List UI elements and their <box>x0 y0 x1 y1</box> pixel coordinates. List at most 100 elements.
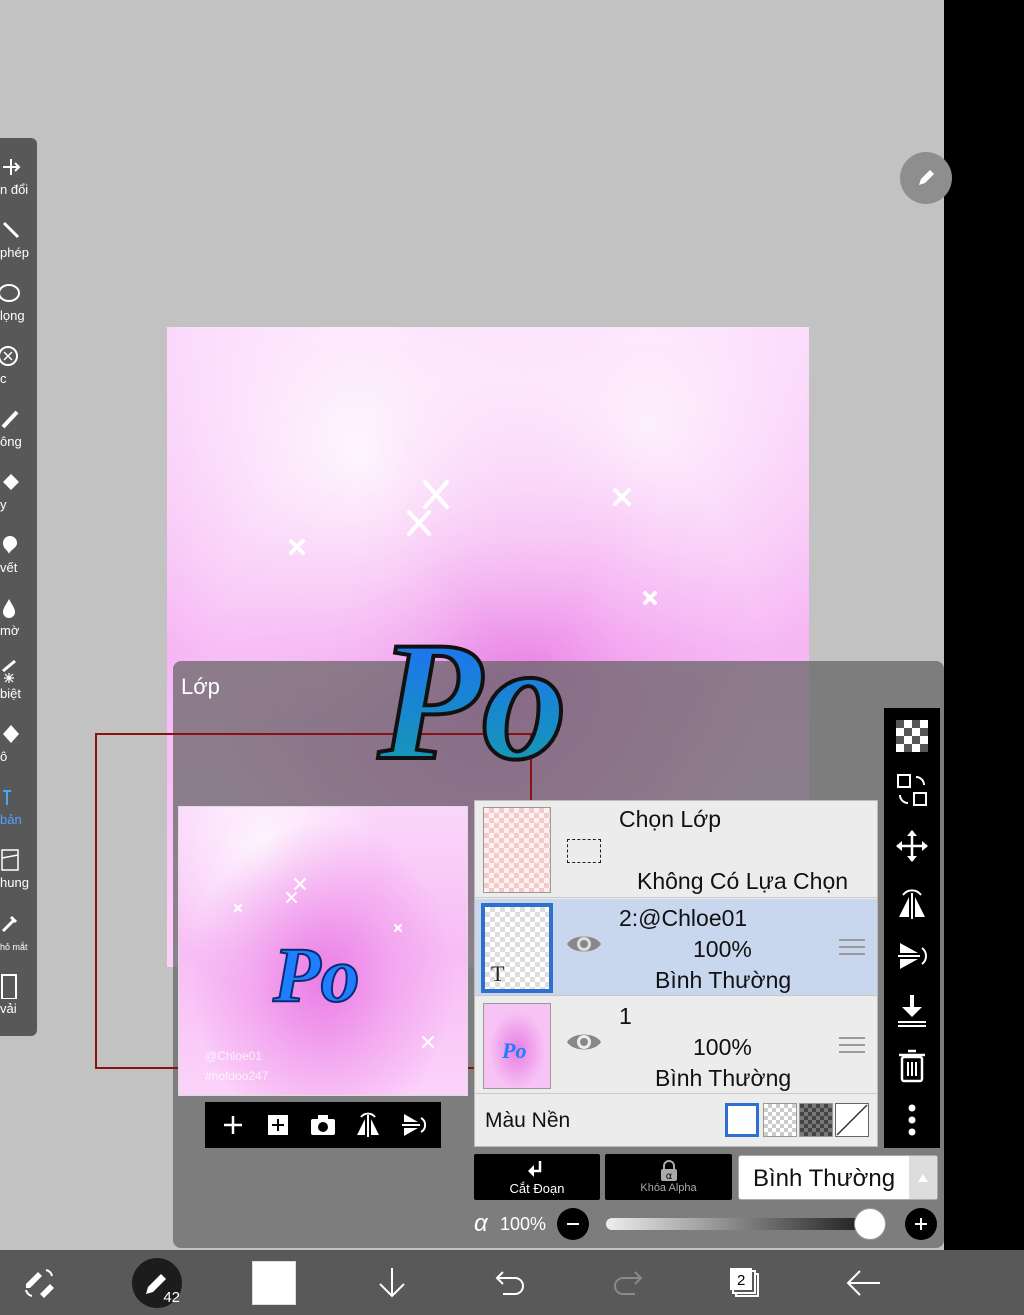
layer-row-selected[interactable]: T 2:@Chloe01 100% Bình Thường <box>475 899 877 996</box>
drag-handle-icon[interactable] <box>839 939 865 957</box>
flip-horizontal-button[interactable] <box>350 1107 386 1143</box>
layer-swap-button[interactable] <box>892 770 932 810</box>
layer-row[interactable]: Po 1 100% Bình Thường <box>475 997 877 1094</box>
bg-dark-checker-swatch[interactable] <box>799 1103 833 1137</box>
flip-vertical-icon <box>401 1114 426 1136</box>
redo-button[interactable] <box>603 1258 653 1308</box>
clip-button[interactable]: Cắt Đoạn <box>474 1154 600 1200</box>
quick-tool-button[interactable] <box>14 1258 64 1308</box>
layer-opacity: 100% <box>693 1034 752 1060</box>
redo-icon <box>614 1271 643 1295</box>
selection-layer-row[interactable]: Chọn Lớp Không Có Lựa Chọn <box>475 801 877 898</box>
tool-special-brush[interactable]: biệt <box>0 656 37 716</box>
minus-icon <box>567 1223 579 1225</box>
tool-text[interactable]: bản <box>0 782 37 842</box>
eyedropper-icon <box>0 908 22 938</box>
more-options-button[interactable] <box>892 1100 932 1140</box>
blend-mode-value: Bình Thường <box>753 1165 896 1192</box>
opacity-slider[interactable] <box>606 1218 882 1230</box>
opacity-slider-knob[interactable] <box>854 1208 886 1240</box>
drag-handle-icon[interactable] <box>839 1037 865 1055</box>
svg-text:α: α <box>665 1171 672 1182</box>
bg-light-checker-swatch[interactable] <box>763 1103 797 1137</box>
checkerboard-icon <box>896 720 928 752</box>
selection-layer-thumbnail <box>483 807 551 893</box>
tool-transform[interactable]: n đổi <box>0 152 37 212</box>
arrow-down-icon <box>379 1268 405 1298</box>
preview-toolbar <box>205 1102 441 1148</box>
flip-h-button[interactable] <box>892 884 932 924</box>
selection-status: Không Có Lựa Chọn <box>637 868 849 894</box>
swap-layers-icon <box>897 774 927 806</box>
trash-icon <box>899 1049 925 1083</box>
transparency-button[interactable] <box>892 716 932 756</box>
tool-eraser[interactable]: y <box>0 467 37 527</box>
watermark-name: @Chloe01 <box>205 1049 262 1063</box>
preview-artwork-label: Po <box>272 931 360 1017</box>
alpha-lock-label: Khóa Alpha <box>640 1182 697 1194</box>
add-layer-copy-button[interactable] <box>260 1107 296 1143</box>
opacity-decrease-button[interactable] <box>557 1208 589 1240</box>
flip-v-button[interactable] <box>892 936 932 976</box>
camera-icon <box>310 1115 335 1135</box>
blend-mode-select[interactable]: Bình Thường <box>738 1155 938 1200</box>
background-color-row: Màu Nền <box>475 1095 877 1147</box>
lasso-icon <box>0 278 22 308</box>
download-button[interactable] <box>367 1258 417 1308</box>
tool-magic-wand[interactable]: phép <box>0 215 37 275</box>
dropdown-up-icon <box>909 1156 937 1199</box>
pencil-icon <box>919 170 934 185</box>
merge-down-button[interactable] <box>892 990 932 1030</box>
camera-button[interactable] <box>305 1107 341 1143</box>
back-button[interactable] <box>838 1258 888 1308</box>
side-strip <box>944 0 1024 1250</box>
bg-none-swatch[interactable] <box>835 1103 869 1137</box>
brush-size-button[interactable]: 42 <box>132 1258 182 1308</box>
flip-vertical-button[interactable] <box>395 1107 431 1143</box>
transform-icon <box>0 152 22 182</box>
undo-icon <box>495 1271 524 1295</box>
merge-down-icon <box>898 995 926 1027</box>
pen-eraser-swap-icon <box>25 1269 54 1298</box>
layers-button[interactable]: 2 <box>720 1258 770 1308</box>
tool-brush[interactable]: ông <box>0 404 37 464</box>
tool-filter[interactable]: c <box>0 341 37 401</box>
fill-icon <box>0 719 22 749</box>
primary-color-swatch <box>252 1261 296 1305</box>
tool-fill[interactable]: ô <box>0 719 37 779</box>
tool-frame-divider[interactable]: hung <box>0 845 37 905</box>
bg-white-swatch[interactable] <box>725 1103 759 1137</box>
opacity-symbol: α <box>474 1210 488 1237</box>
tool-smudge[interactable]: vết <box>0 530 37 590</box>
flip-horizontal-icon <box>899 889 925 919</box>
flip-horizontal-icon <box>356 1112 379 1137</box>
layer-panel-title: Lớp <box>181 674 220 699</box>
add-layer-button[interactable] <box>215 1107 251 1143</box>
layer-thumbnail: T <box>481 903 553 993</box>
tool-blur[interactable]: mờ <box>0 593 37 653</box>
move-button[interactable] <box>892 826 932 866</box>
magic-wand-icon <box>0 215 22 245</box>
tool-eyedropper[interactable]: hỏ mắt <box>0 908 37 968</box>
eye-icon[interactable] <box>565 929 603 959</box>
brush-size-value: 42 <box>163 1289 180 1306</box>
undo-button[interactable] <box>485 1258 535 1308</box>
brush-icon <box>0 404 22 434</box>
delete-layer-button[interactable] <box>892 1046 932 1086</box>
filter-icon <box>0 341 22 371</box>
alpha-lock-button[interactable]: α Khóa Alpha <box>605 1154 732 1200</box>
artwork-text-label: Po <box>377 607 567 795</box>
artwork-text: Po <box>375 605 569 797</box>
plus-icon <box>915 1218 927 1230</box>
layer-thumb-art: Po <box>502 1038 527 1063</box>
opacity-increase-button[interactable] <box>905 1208 937 1240</box>
tool-canvas[interactable]: vải <box>0 971 37 1031</box>
color-button[interactable] <box>249 1258 299 1308</box>
preview-artwork-text: Po <box>271 930 361 1017</box>
eye-icon[interactable] <box>565 1027 603 1057</box>
tool-lasso[interactable]: lọng <box>0 278 37 338</box>
layer-preview: Po @Chloe01 #nofdoo247 <box>178 806 468 1096</box>
more-vertical-icon <box>908 1104 916 1136</box>
eraser-icon <box>0 467 22 497</box>
edit-pencil-button[interactable] <box>900 152 952 204</box>
